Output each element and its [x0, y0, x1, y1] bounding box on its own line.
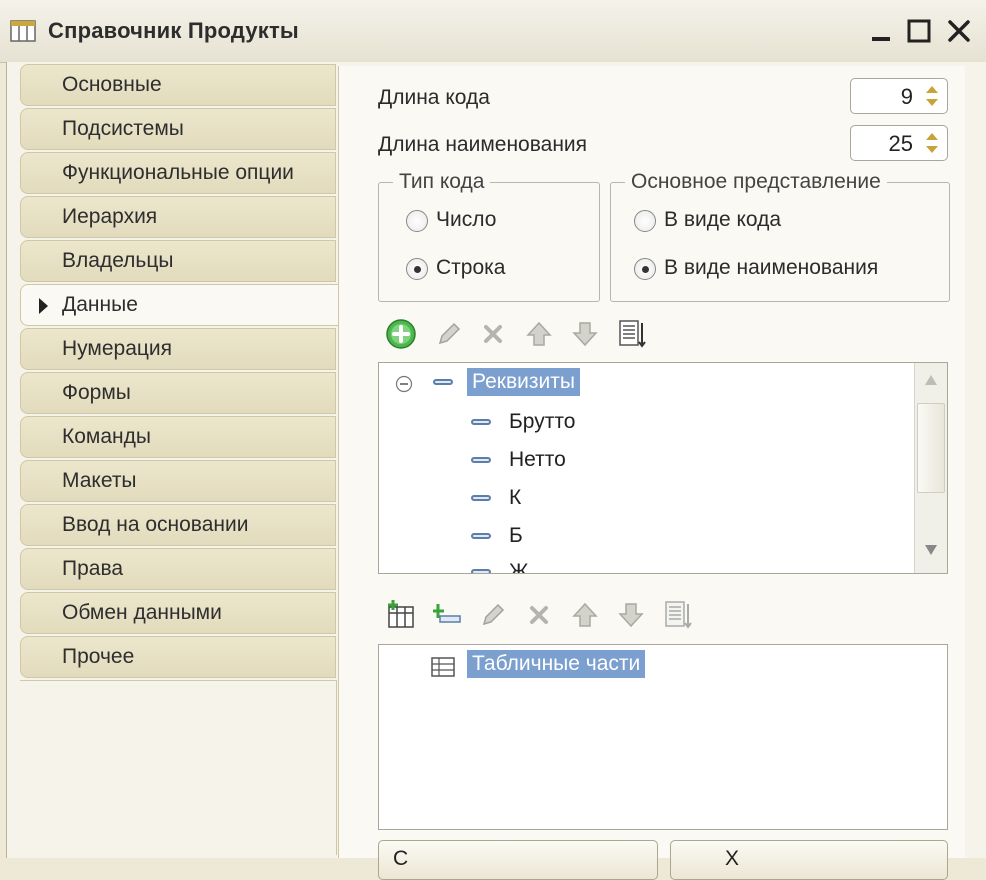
sidebar-item-prava[interactable]: Права — [20, 548, 336, 590]
tree-item[interactable]: К — [509, 486, 521, 510]
edit-pencil-icon[interactable] — [476, 598, 510, 632]
tree-root-attributes[interactable]: Реквизиты — [467, 368, 580, 396]
sidebar-item-numeraciya[interactable]: Нумерация — [20, 328, 336, 370]
name-length-stepper[interactable]: 25 — [850, 125, 948, 161]
tree-item[interactable]: Нетто — [509, 448, 566, 472]
sidebar-item-label: Прочее — [62, 645, 135, 668]
sidebar-item-label: Права — [62, 557, 124, 580]
sidebar-item-podsistemy[interactable]: Подсистемы — [20, 108, 336, 150]
active-arrow-icon — [39, 298, 48, 314]
code-length-stepper[interactable]: 9 — [850, 78, 948, 114]
main-presentation-group: Основное представление — [610, 170, 950, 302]
radio-selected-dot — [414, 266, 421, 273]
delete-icon[interactable] — [522, 598, 556, 632]
bottom-button-left[interactable]: С — [378, 840, 658, 880]
code-type-legend: Тип кода — [399, 170, 485, 193]
sidebar-item-label: Иерархия — [62, 205, 158, 228]
sidebar-item-label: Команды — [62, 425, 151, 448]
edit-pencil-icon[interactable] — [432, 317, 466, 351]
tree-item[interactable]: Б — [509, 524, 523, 548]
radio-selected-dot — [642, 266, 649, 273]
sidebar-item-label: Обмен данными — [62, 601, 222, 624]
add-column-icon[interactable] — [430, 598, 464, 632]
move-up-icon[interactable] — [568, 598, 602, 632]
sidebar-item-label: Функциональные опции — [62, 161, 294, 184]
attribute-icon — [471, 569, 491, 573]
sidebar-item-label: Ввод на основании — [62, 513, 249, 536]
tree-root-tabular-parts[interactable]: Табличные части — [467, 650, 646, 678]
sidebar-empty-area — [20, 680, 337, 855]
collapse-icon[interactable] — [395, 375, 413, 393]
sidebar-item-dannye[interactable]: Данные — [20, 284, 340, 326]
move-down-icon[interactable] — [568, 317, 602, 351]
sidebar-item-funkcionalnye-opcii[interactable]: Функциональные опции — [20, 152, 336, 194]
minimize-icon[interactable] — [866, 16, 896, 46]
stepper-arrows-icon[interactable] — [921, 83, 943, 109]
code-length-label: Длина кода — [378, 86, 490, 109]
attributes-group-icon — [433, 379, 453, 385]
sidebar-item-label: Данные — [62, 293, 138, 316]
stepper-arrows-icon[interactable] — [921, 130, 943, 156]
attribute-icon — [471, 419, 491, 425]
sidebar-item-osnovnye[interactable]: Основные — [20, 64, 336, 106]
delete-icon[interactable] — [476, 317, 510, 351]
code-type-group: Тип кода — [378, 170, 600, 302]
sidebar-item-vladelcy[interactable]: Владельцы — [20, 240, 336, 282]
radio-circle — [634, 258, 656, 280]
attribute-icon — [471, 495, 491, 501]
catalog-icon — [10, 20, 36, 42]
attributes-tree[interactable]: Реквизиты Брутто Нетто К Б Ж — [378, 362, 948, 574]
scrollbar-thumb[interactable] — [917, 403, 945, 493]
sidebar-item-label: Подсистемы — [62, 117, 184, 140]
code-length-value: 9 — [900, 84, 913, 109]
name-length-value: 25 — [888, 131, 913, 156]
radio-label: В виде кода — [664, 208, 782, 231]
radio-label: В виде наименования — [664, 256, 879, 279]
attribute-icon — [471, 533, 491, 539]
radio-label: Число — [436, 208, 497, 231]
sidebar-item-vvod-na-osnovanii[interactable]: Ввод на основании — [20, 504, 336, 546]
vertical-scrollbar[interactable] — [914, 363, 947, 573]
add-icon[interactable] — [384, 317, 418, 351]
sidebar-item-label: Нумерация — [62, 337, 173, 360]
scroll-up-icon[interactable] — [923, 373, 939, 387]
sidebar-item-label: Макеты — [62, 469, 137, 492]
move-up-icon[interactable] — [522, 317, 556, 351]
sidebar-item-formy[interactable]: Формы — [20, 372, 336, 414]
tree-item[interactable]: Ж — [509, 560, 528, 573]
sidebar-item-makety[interactable]: Макеты — [20, 460, 336, 502]
tabular-part-icon — [431, 657, 455, 677]
tree-item[interactable]: Брутто — [509, 410, 575, 434]
sidebar-item-label: Владельцы — [62, 249, 174, 272]
main-presentation-legend: Основное представление — [631, 170, 881, 193]
sidebar-item-prochee[interactable]: Прочее — [20, 636, 336, 678]
sidebar-item-ierarhiya[interactable]: Иерархия — [20, 196, 336, 238]
radio-label: Строка — [436, 256, 506, 279]
window-title: Справочник Продукты — [48, 18, 299, 43]
sidebar-item-label: Формы — [62, 381, 131, 404]
radio-circle — [406, 258, 428, 280]
scroll-down-icon[interactable] — [923, 543, 939, 557]
radio-circle — [406, 210, 428, 232]
bottom-button-label: Х — [725, 847, 740, 870]
sidebar-item-label: Основные — [62, 73, 162, 96]
radio-circle — [634, 210, 656, 232]
bottom-button-label: С — [393, 847, 409, 870]
name-length-label: Длина наименования — [378, 133, 588, 156]
sort-list-icon[interactable] — [660, 598, 694, 632]
close-icon[interactable] — [944, 16, 974, 46]
add-tabular-part-icon[interactable] — [384, 598, 418, 632]
maximize-icon[interactable] — [904, 16, 934, 46]
sidebar-item-obmen-dannymi[interactable]: Обмен данными — [20, 592, 336, 634]
sort-list-icon[interactable] — [614, 317, 648, 351]
move-down-icon[interactable] — [614, 598, 648, 632]
bottom-button-right[interactable]: Х — [670, 840, 948, 880]
attribute-icon — [471, 457, 491, 463]
sidebar-item-komandy[interactable]: Команды — [20, 416, 336, 458]
tabular-parts-tree[interactable]: Табличные части — [378, 644, 948, 830]
